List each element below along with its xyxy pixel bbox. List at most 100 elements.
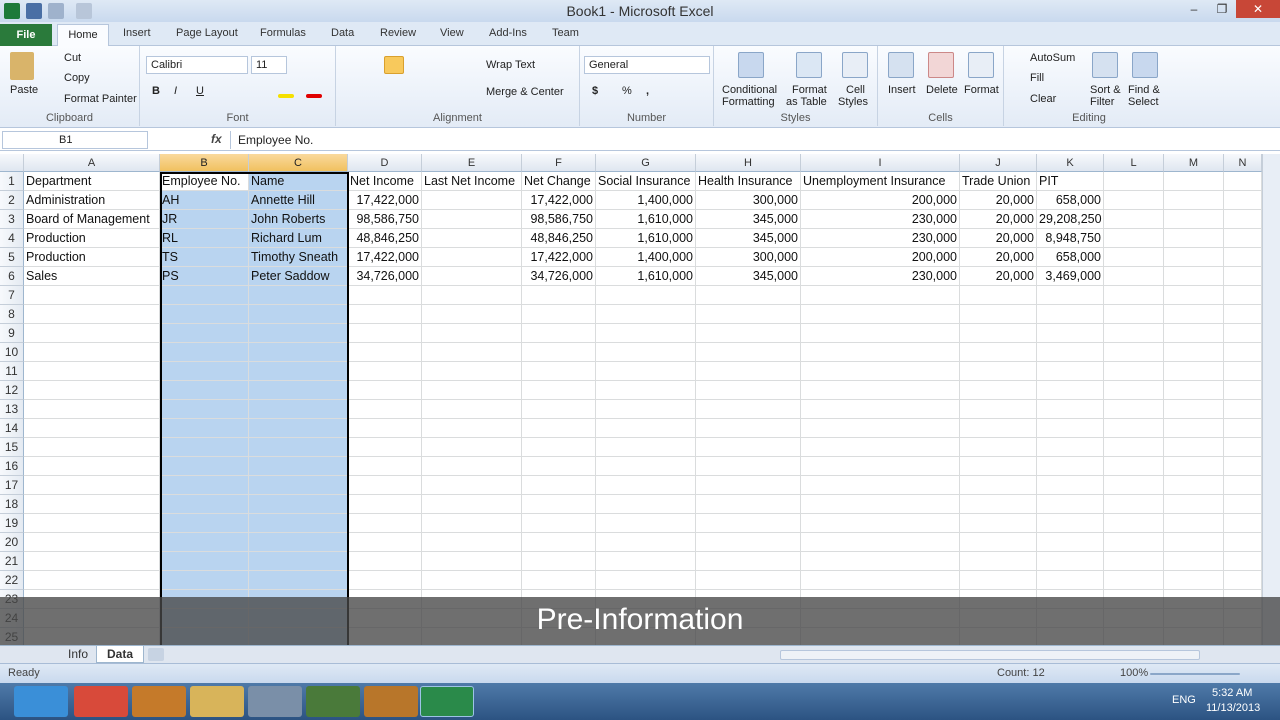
clock-time[interactable]: 5:32 AM: [1212, 687, 1252, 699]
cell[interactable]: [1104, 533, 1164, 552]
cell[interactable]: [422, 552, 522, 571]
cell[interactable]: [422, 533, 522, 552]
cell[interactable]: Name: [249, 172, 348, 191]
cell[interactable]: [696, 533, 801, 552]
cell[interactable]: [1164, 495, 1224, 514]
cell[interactable]: [422, 381, 522, 400]
cell[interactable]: [696, 419, 801, 438]
cell[interactable]: [1104, 305, 1164, 324]
cell[interactable]: 230,000: [801, 229, 960, 248]
cell[interactable]: [696, 571, 801, 590]
cell[interactable]: 34,726,000: [348, 267, 422, 286]
cell[interactable]: [1164, 229, 1224, 248]
cell[interactable]: [1037, 305, 1104, 324]
cell[interactable]: [960, 286, 1037, 305]
tab-file[interactable]: File: [0, 24, 52, 46]
horizontal-scrollbar[interactable]: [780, 650, 1200, 660]
cell[interactable]: [348, 457, 422, 476]
cell[interactable]: [249, 362, 348, 381]
cell[interactable]: [522, 324, 596, 343]
cell[interactable]: [801, 438, 960, 457]
cell[interactable]: [596, 286, 696, 305]
insert-function-icon[interactable]: fx: [211, 132, 222, 146]
format-cells-button[interactable]: Format: [964, 84, 999, 96]
cell[interactable]: [1224, 552, 1262, 571]
cell[interactable]: [1037, 514, 1104, 533]
cell[interactable]: [24, 533, 160, 552]
cell[interactable]: 345,000: [696, 267, 801, 286]
cell[interactable]: [596, 457, 696, 476]
cell[interactable]: [160, 514, 249, 533]
cell[interactable]: [1164, 343, 1224, 362]
cell[interactable]: [24, 419, 160, 438]
cell[interactable]: [348, 552, 422, 571]
cell[interactable]: [1224, 172, 1262, 191]
cell[interactable]: 230,000: [801, 210, 960, 229]
close-button[interactable]: ✕: [1236, 0, 1280, 18]
cell[interactable]: [1164, 191, 1224, 210]
column-header[interactable]: I: [801, 154, 960, 172]
cell[interactable]: 1,400,000: [596, 191, 696, 210]
column-header[interactable]: K: [1037, 154, 1104, 172]
cell[interactable]: [1224, 286, 1262, 305]
cell[interactable]: [422, 457, 522, 476]
cell[interactable]: [960, 381, 1037, 400]
cell[interactable]: [348, 362, 422, 381]
column-header[interactable]: B: [160, 154, 249, 172]
explorer-icon[interactable]: [190, 686, 244, 717]
cell[interactable]: [1104, 324, 1164, 343]
cell[interactable]: [348, 571, 422, 590]
cell[interactable]: JR: [160, 210, 249, 229]
cell[interactable]: [422, 571, 522, 590]
merge-center-button[interactable]: Merge & Center: [486, 86, 564, 98]
cell[interactable]: [249, 343, 348, 362]
cell[interactable]: [249, 400, 348, 419]
cell[interactable]: [348, 381, 422, 400]
cell[interactable]: [960, 362, 1037, 381]
cell[interactable]: [24, 552, 160, 571]
cell[interactable]: [249, 457, 348, 476]
ie-icon[interactable]: [14, 686, 68, 717]
language-indicator[interactable]: ENG: [1172, 694, 1196, 706]
cell[interactable]: [1224, 210, 1262, 229]
cell[interactable]: [249, 438, 348, 457]
column-header[interactable]: C: [249, 154, 348, 172]
find-select-label[interactable]: Find &: [1128, 84, 1160, 96]
cell[interactable]: [960, 552, 1037, 571]
column-header[interactable]: A: [24, 154, 160, 172]
cell[interactable]: [1037, 533, 1104, 552]
column-header[interactable]: H: [696, 154, 801, 172]
format-as-table-icon[interactable]: [796, 52, 822, 78]
italic-button[interactable]: I: [174, 85, 177, 97]
cell[interactable]: [1104, 400, 1164, 419]
cell[interactable]: [596, 476, 696, 495]
cell[interactable]: [522, 362, 596, 381]
cell[interactable]: [696, 286, 801, 305]
cell[interactable]: [596, 381, 696, 400]
row-header[interactable]: 9: [0, 324, 24, 343]
cell[interactable]: [596, 438, 696, 457]
cell[interactable]: [348, 324, 422, 343]
format-cells-icon[interactable]: [968, 52, 994, 78]
cell-styles-icon[interactable]: [842, 52, 868, 78]
cell[interactable]: [1224, 495, 1262, 514]
cell[interactable]: [960, 476, 1037, 495]
cell[interactable]: [1104, 267, 1164, 286]
cell[interactable]: [1164, 381, 1224, 400]
cell[interactable]: [522, 457, 596, 476]
cell[interactable]: [24, 514, 160, 533]
cell[interactable]: Net Change: [522, 172, 596, 191]
cell[interactable]: [696, 362, 801, 381]
row-header[interactable]: 2: [0, 191, 24, 210]
percent-button[interactable]: %: [622, 85, 632, 97]
cell[interactable]: [522, 381, 596, 400]
cell[interactable]: [1224, 533, 1262, 552]
cell[interactable]: [249, 305, 348, 324]
cell[interactable]: [1164, 210, 1224, 229]
cell[interactable]: [1104, 362, 1164, 381]
cell[interactable]: [522, 514, 596, 533]
cell[interactable]: [1224, 381, 1262, 400]
cell[interactable]: 98,586,750: [348, 210, 422, 229]
cell[interactable]: [1164, 305, 1224, 324]
cell[interactable]: 20,000: [960, 210, 1037, 229]
